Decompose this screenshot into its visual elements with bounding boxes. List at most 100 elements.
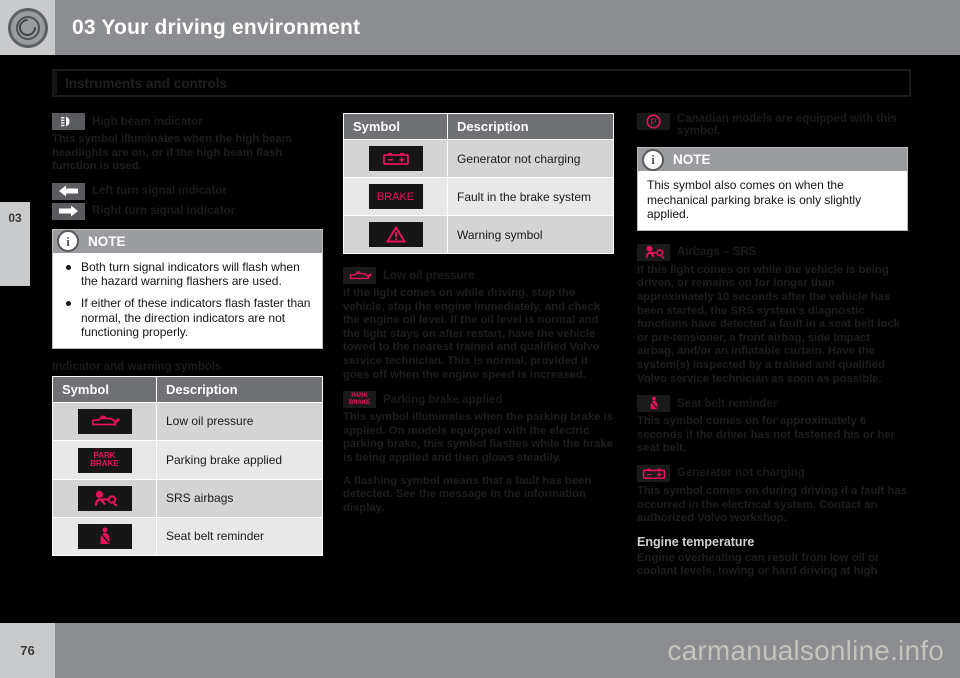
airbags-heading: Airbags – SRS [637, 243, 908, 261]
symbol-cell [52, 516, 157, 556]
parking-brake-heading: PARK BRAKE Parking brake applied [343, 391, 614, 409]
indicator-table-heading: Indicator and warning symbols [52, 360, 222, 373]
seat-belt-body: This symbol comes on for approximately 6… [637, 415, 896, 455]
srs-airbag-icon [77, 485, 132, 511]
table-header-description: Description [447, 113, 614, 140]
p-circle-icon: P [637, 113, 670, 130]
chapter-title: 03 Your driving environment [72, 15, 361, 39]
description-cell: Generator not charging [447, 139, 614, 178]
right-turn-heading: Right turn signal indicator [52, 202, 323, 220]
high-beam-icon [52, 113, 85, 130]
warning-symbols-table: Symbol Description Generator not chargin… [343, 113, 614, 254]
symbol-cell [343, 215, 448, 254]
note-bullet: Both turn signal indicators will flash w… [62, 260, 313, 289]
table-row: BRAKE Fault in the brake system [343, 177, 614, 216]
left-column: High beam indicator This symbol illumina… [52, 113, 323, 556]
oil-can-icon [343, 267, 376, 284]
park-brake-icon: PARK BRAKE [343, 391, 376, 409]
battery-icon [368, 146, 423, 171]
info-icon: i [57, 230, 79, 253]
table-header-symbol: Symbol [343, 113, 448, 140]
seat-belt-icon [77, 523, 132, 549]
canadian-symbol-label: Canadian models are equipped with this s… [677, 113, 897, 137]
description-cell: Seat belt reminder [156, 516, 323, 556]
info-icon: i [642, 148, 664, 171]
page-footer: 76 carmanualsonline.info [0, 623, 960, 678]
table-row: Seat belt reminder [52, 516, 323, 556]
left-turn-heading: Left turn signal indicator [52, 182, 323, 200]
page-content: Instruments and controls 03 High beam in… [0, 55, 960, 623]
note-body: Both turn signal indicators will flash w… [53, 253, 322, 348]
chapter-tab: 03 [0, 202, 30, 286]
high-beam-body: This symbol illuminates when the high be… [52, 133, 292, 173]
right-column: P Canadian models are equipped with this… [637, 113, 908, 588]
description-cell: Low oil pressure [156, 401, 323, 441]
airbags-body: If this light comes on while the vehicle… [637, 263, 901, 385]
right-turn-label: Right turn signal indicator [92, 205, 236, 218]
left-turn-label: Left turn signal indicator [92, 185, 227, 198]
park-brake-icon: PARK BRAKE [77, 447, 132, 473]
note-title: NOTE [88, 233, 126, 249]
canadian-symbol-heading: P Canadian models are equipped with this… [637, 113, 908, 137]
generator-body: This symbol comes on during driving if a… [637, 484, 907, 525]
generator-heading: Generator not charging [637, 464, 908, 482]
page-header: 03 Your driving environment [0, 0, 960, 55]
description-cell: Fault in the brake system [447, 177, 614, 216]
seat-belt-icon [637, 395, 670, 413]
brake-text-icon: BRAKE [368, 184, 423, 209]
low-oil-body: If the light comes on while driving, sto… [343, 287, 601, 381]
engine-temperature-body: Engine overheating can result from low o… [637, 551, 880, 578]
airbags-label: Airbags – SRS [677, 246, 757, 259]
high-beam-label: High beam indicator [92, 115, 203, 128]
table-header-symbol: Symbol [52, 375, 157, 403]
note-body: This symbol also comes on when the mecha… [638, 171, 907, 230]
symbol-cell [52, 478, 157, 518]
section-heading: Instruments and controls [52, 69, 911, 97]
note-header: i NOTE [638, 148, 907, 171]
table-row: SRS airbags [52, 478, 323, 518]
battery-icon [637, 464, 670, 482]
logo-cell [0, 0, 55, 55]
note-title: NOTE [673, 152, 711, 167]
low-oil-heading: Low oil pressure [343, 267, 614, 284]
table-row: Low oil pressure [52, 401, 323, 441]
page-number-cell: 76 [0, 623, 55, 678]
symbol-cell: PARK BRAKE [52, 439, 157, 480]
generator-label: Generator not charging [677, 467, 805, 480]
left-arrow-icon [52, 182, 85, 200]
note-bullet: If either of these indicators flash fast… [62, 296, 313, 340]
site-watermark: carmanualsonline.info [667, 634, 944, 666]
note-text: This symbol also comes on when the mecha… [647, 178, 862, 222]
symbol-cell [343, 139, 448, 178]
high-beam-heading: High beam indicator [52, 113, 323, 130]
oil-can-icon [77, 408, 132, 434]
engine-temperature-heading: Engine temperature [637, 534, 755, 549]
section-heading-label: Instruments and controls [65, 75, 228, 91]
note-box-right: i NOTE This symbol also comes on when th… [637, 147, 908, 231]
right-arrow-icon [52, 202, 85, 220]
table-row: PARK BRAKE Parking brake applied [52, 439, 323, 480]
middle-column: Symbol Description Generator not chargin… [343, 113, 614, 524]
seat-belt-heading: Seat belt reminder [637, 395, 908, 413]
note-box-left: i NOTE Both turn signal indicators will … [52, 228, 323, 349]
page-number: 76 [20, 643, 35, 658]
table-row: Warning symbol [343, 215, 614, 254]
description-cell: Parking brake applied [156, 439, 323, 480]
table-row: Generator not charging [343, 139, 614, 178]
low-oil-label: Low oil pressure [383, 269, 475, 282]
indicator-symbols-table: Symbol Description Low oil pressure PARK… [52, 375, 323, 556]
table-header-description: Description [156, 375, 323, 403]
parking-brake-label: Parking brake applied [383, 393, 503, 406]
seat-belt-label: Seat belt reminder [677, 397, 778, 410]
srs-airbag-icon [637, 243, 670, 261]
symbol-cell [52, 401, 157, 441]
description-cell: SRS airbags [156, 478, 323, 518]
note-header: i NOTE [53, 229, 322, 253]
warning-triangle-icon [368, 222, 423, 247]
description-cell: Warning symbol [447, 215, 614, 254]
svg-text:P: P [650, 117, 656, 127]
parking-brake-body-1: This symbol illuminates when the parking… [343, 411, 613, 464]
parking-brake-body-2: A flashing symbol means that a fault has… [343, 474, 592, 514]
volvo-steering-wheel-icon [7, 7, 48, 48]
chapter-tab-number: 03 [8, 211, 22, 225]
